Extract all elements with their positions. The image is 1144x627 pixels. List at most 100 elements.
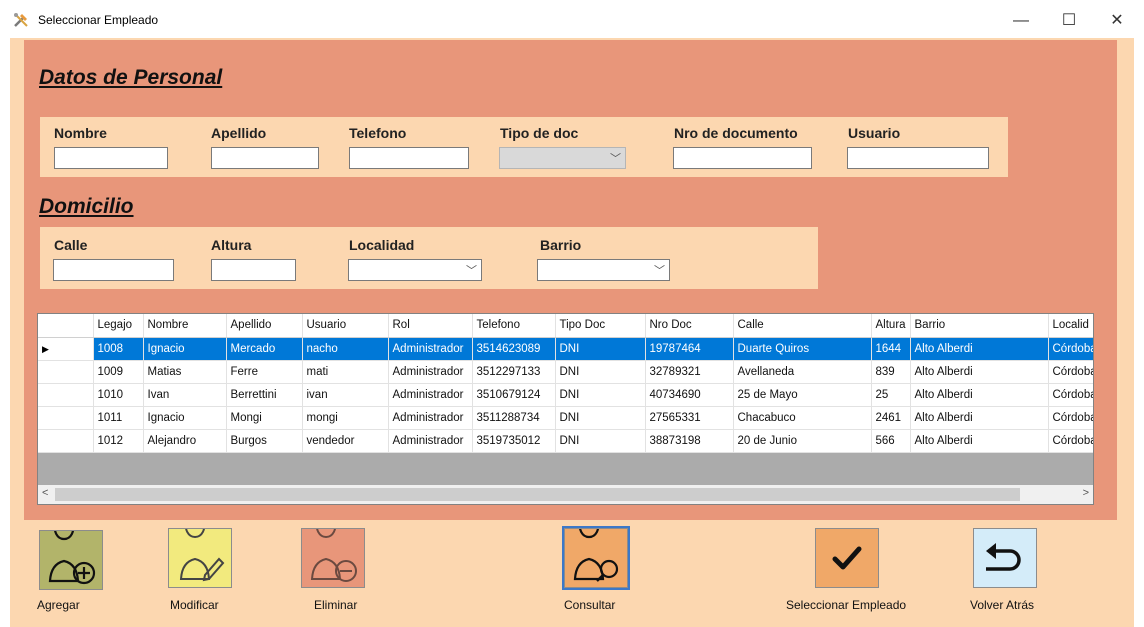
table-cell[interactable]: Córdoba — [1048, 360, 1093, 384]
table-cell[interactable]: Administrador — [388, 337, 473, 361]
column-header[interactable]: Barrio — [910, 314, 1049, 338]
table-cell[interactable]: Alejandro — [143, 429, 227, 453]
table-cell[interactable]: 27565331 — [645, 406, 734, 430]
table-cell[interactable]: mati — [302, 360, 389, 384]
column-header[interactable]: Localid — [1048, 314, 1093, 338]
table-cell[interactable]: Matias — [143, 360, 227, 384]
table-cell[interactable]: 3514623089 — [472, 337, 556, 361]
table-cell[interactable]: Alto Alberdi — [910, 360, 1049, 384]
row-header[interactable] — [38, 383, 94, 407]
column-header[interactable]: Calle — [733, 314, 872, 338]
table-cell[interactable]: 1009 — [93, 360, 144, 384]
table-cell[interactable]: Córdoba — [1048, 337, 1093, 361]
table-cell[interactable]: 1011 — [93, 406, 144, 430]
table-cell[interactable]: Burgos — [226, 429, 303, 453]
column-header[interactable]: Telefono — [472, 314, 556, 338]
column-header[interactable]: Tipo Doc — [555, 314, 646, 338]
barrio-select[interactable]: ﹀ — [537, 259, 670, 281]
table-cell[interactable]: Administrador — [388, 429, 473, 453]
table-cell[interactable]: Ignacio — [143, 337, 227, 361]
table-cell[interactable]: 25 — [871, 383, 911, 407]
row-header[interactable] — [38, 406, 94, 430]
agregar-button[interactable] — [39, 517, 103, 590]
table-cell[interactable]: Mercado — [226, 337, 303, 361]
table-cell[interactable]: 20 de Junio — [733, 429, 872, 453]
table-cell[interactable]: Mongi — [226, 406, 303, 430]
localidad-select[interactable]: ﹀ — [348, 259, 482, 281]
table-cell[interactable]: ivan — [302, 383, 389, 407]
table-cell[interactable]: 3511288734 — [472, 406, 556, 430]
column-header[interactable]: Nro Doc — [645, 314, 734, 338]
column-header[interactable]: Apellido — [226, 314, 303, 338]
table-cell[interactable]: Administrador — [388, 406, 473, 430]
table-cell[interactable]: vendedor — [302, 429, 389, 453]
table-cell[interactable]: Alto Alberdi — [910, 337, 1049, 361]
maximize-button[interactable]: ☐ — [1046, 6, 1092, 36]
table-cell[interactable]: Ivan — [143, 383, 227, 407]
modificar-button[interactable] — [168, 516, 232, 588]
table-cell[interactable]: Córdoba — [1048, 429, 1093, 453]
table-cell[interactable]: 19787464 — [645, 337, 734, 361]
telefono-input[interactable] — [349, 147, 469, 169]
altura-input[interactable] — [211, 259, 296, 281]
minimize-button[interactable]: — — [998, 6, 1044, 36]
table-cell[interactable]: DNI — [555, 429, 646, 453]
table-row[interactable]: 1011 Ignacio Mongi mongi Administrador 351128… — [38, 406, 1093, 430]
table-cell[interactable]: 3519735012 — [472, 429, 556, 453]
table-cell[interactable]: DNI — [555, 360, 646, 384]
table-cell[interactable]: 40734690 — [645, 383, 734, 407]
table-cell[interactable]: mongi — [302, 406, 389, 430]
row-header[interactable] — [38, 360, 94, 384]
tipo-doc-select[interactable]: ﹀ — [499, 147, 626, 169]
table-cell[interactable]: Córdoba — [1048, 406, 1093, 430]
table-cell[interactable]: Administrador — [388, 383, 473, 407]
table-cell[interactable]: 1008 — [93, 337, 144, 361]
usuario-input[interactable] — [847, 147, 989, 169]
table-cell[interactable]: 3510679124 — [472, 383, 556, 407]
column-header[interactable]: Nombre — [143, 314, 227, 338]
table-cell[interactable]: 3512297133 — [472, 360, 556, 384]
scroll-left-arrow[interactable]: < — [42, 487, 48, 499]
table-row[interactable]: 1009 Matias Ferre mati Administrador 35122971… — [38, 360, 1093, 384]
apellido-input[interactable] — [211, 147, 319, 169]
row-header[interactable]: ▶ — [38, 337, 94, 361]
table-cell[interactable]: Alto Alberdi — [910, 406, 1049, 430]
scrollbar-thumb[interactable] — [55, 488, 1020, 501]
table-cell[interactable]: Duarte Quiros — [733, 337, 872, 361]
table-row[interactable]: ▶ 1008 Ignacio Mercado nacho Administrador 351… — [38, 337, 1093, 361]
column-header[interactable]: Rol — [388, 314, 473, 338]
table-cell[interactable]: Chacabuco — [733, 406, 872, 430]
row-header[interactable] — [38, 429, 94, 453]
column-header[interactable]: Legajo — [93, 314, 144, 338]
table-cell[interactable]: Alto Alberdi — [910, 429, 1049, 453]
table-cell[interactable]: Administrador — [388, 360, 473, 384]
table-cell[interactable]: 1010 — [93, 383, 144, 407]
table-cell[interactable]: 839 — [871, 360, 911, 384]
close-button[interactable]: ✕ — [1094, 6, 1140, 36]
eliminar-button[interactable] — [301, 516, 365, 588]
scroll-right-arrow[interactable]: > — [1083, 487, 1089, 499]
empleados-grid[interactable]: Legajo Nombre Apellido Usuario Rol Telef… — [37, 313, 1094, 505]
table-cell[interactable]: 1012 — [93, 429, 144, 453]
horizontal-scrollbar[interactable]: < > — [38, 485, 1093, 504]
table-row[interactable]: 1010 Ivan Berrettini ivan Administrador 35106… — [38, 383, 1093, 407]
consultar-button[interactable] — [562, 515, 630, 590]
nombre-input[interactable] — [54, 147, 168, 169]
volver-atras-button[interactable] — [973, 528, 1037, 588]
table-cell[interactable]: Avellaneda — [733, 360, 872, 384]
table-cell[interactable]: 1644 — [871, 337, 911, 361]
nro-doc-input[interactable] — [673, 147, 812, 169]
column-header[interactable]: Usuario — [302, 314, 389, 338]
table-cell[interactable]: DNI — [555, 383, 646, 407]
table-cell[interactable]: 38873198 — [645, 429, 734, 453]
table-row[interactable]: 1012 Alejandro Burgos vendedor Administrador… — [38, 429, 1093, 453]
table-cell[interactable]: nacho — [302, 337, 389, 361]
table-cell[interactable]: DNI — [555, 337, 646, 361]
table-cell[interactable]: 566 — [871, 429, 911, 453]
table-cell[interactable]: Alto Alberdi — [910, 383, 1049, 407]
table-cell[interactable]: 2461 — [871, 406, 911, 430]
table-cell[interactable]: Córdoba — [1048, 383, 1093, 407]
table-cell[interactable]: Ferre — [226, 360, 303, 384]
table-cell[interactable]: Ignacio — [143, 406, 227, 430]
calle-input[interactable] — [53, 259, 174, 281]
